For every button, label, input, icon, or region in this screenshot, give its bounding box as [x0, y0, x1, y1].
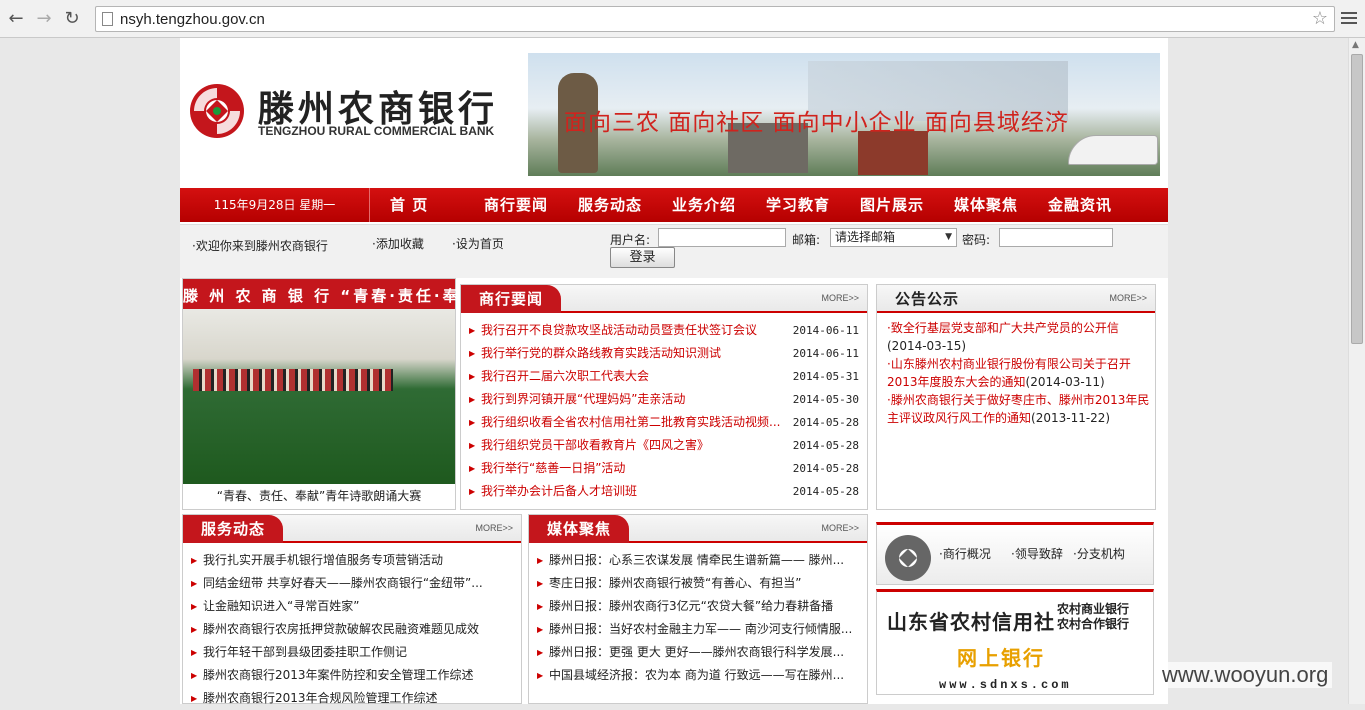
scroll-up-icon[interactable]: ▲: [1352, 40, 1359, 50]
media-more-link[interactable]: MORE>>: [821, 523, 859, 533]
list-item[interactable]: ▶ 我行举办会计后备人才培训班 2014-05-28: [469, 480, 859, 503]
link-branches[interactable]: ·分支机构: [1073, 545, 1125, 562]
nav-item-business[interactable]: 业务介绍: [672, 188, 766, 222]
link-leader-speech[interactable]: ·领导致辞: [1011, 545, 1063, 562]
quick-links: ·商行概况 ·领导致辞 ·分支机构: [876, 522, 1154, 585]
notice-more-link[interactable]: MORE>>: [1109, 293, 1147, 303]
list-item[interactable]: ▶ 我行扎实开展手机银行增值服务专项营销活动: [191, 549, 513, 572]
list-item[interactable]: ▶ 我行举行“慈善一日捐”活动 2014-05-28: [469, 457, 859, 480]
banner-slogan: 面向三农 面向社区 面向中小企业 面向县域经济: [564, 110, 1069, 136]
banner-train: [1068, 135, 1158, 165]
notice-item[interactable]: ·致全行基层党支部和广大共产党员的公开信 (2014-03-15): [887, 319, 1153, 355]
ad-line2: 农村商业银行 农村合作银行: [1057, 602, 1130, 631]
nav-item-news[interactable]: 商行要闻: [484, 188, 578, 222]
nav-item-finance[interactable]: 金融资讯: [1048, 188, 1142, 222]
main-nav: 115年9月28日 星期一 首 页 商行要闻 服务动态 业务介绍 学习教育 图片…: [180, 188, 1168, 222]
media-title: 媒体聚焦: [529, 515, 630, 543]
list-item[interactable]: ▶ 让金融知识进入“寻常百姓家”: [191, 595, 513, 618]
bank-name-en: TENGZHOU RURAL COMMERCIAL BANK: [258, 124, 495, 138]
username-label: 用户名:: [610, 233, 651, 247]
online-bank-ad[interactable]: 山东省农村信用社 农村商业银行 农村合作银行 网上银行 www.sdnxs.com: [876, 589, 1154, 695]
notice-title: 公告公示: [895, 290, 960, 308]
reload-icon[interactable]: ↻: [62, 8, 82, 30]
add-favorite-link[interactable]: ·添加收藏: [372, 235, 424, 252]
list-item[interactable]: ▶ 滕州日报：更强 更大 更好——滕州农商银行科学发展...: [537, 641, 859, 664]
list-item[interactable]: ▶ 我行到界河镇开展“代理妈妈”走亲活动 2014-05-30: [469, 388, 859, 411]
nav-item-media[interactable]: 媒体聚焦: [954, 188, 1048, 222]
nav-item-home[interactable]: 首 页: [390, 188, 484, 222]
ad-line3: 网上银行: [957, 646, 1045, 670]
list-item[interactable]: ▶ 滕州农商银行2013年合规风险管理工作综述: [191, 687, 513, 710]
page: 滕州农商银行 TENGZHOU RURAL COMMERCIAL BANK 面向…: [180, 38, 1168, 705]
list-item[interactable]: ▶ 滕州日报：滕州农商行3亿元“农贷大餐”给力春耕备播: [537, 595, 859, 618]
page-icon: [102, 12, 113, 26]
service-more-link[interactable]: MORE>>: [475, 523, 513, 533]
notice-panel: 公告公示 MORE>> ·致全行基层党支部和广大共产党员的公开信 (2014-03…: [876, 284, 1156, 510]
list-item[interactable]: ▶ 中国县域经济报：农为本 商为道 行致远——写在滕州...: [537, 664, 859, 687]
list-item[interactable]: ▶ 滕州农商银行2013年案件防控和安全管理工作综述: [191, 664, 513, 687]
nav-date: 115年9月28日 星期一: [180, 188, 370, 222]
forward-icon[interactable]: →: [34, 8, 54, 30]
notice-item[interactable]: ·山东滕州农村商业银行股份有限公司关于召开2013年度股东大会的通知(2014-…: [887, 355, 1153, 391]
list-item[interactable]: ▶ 我行组织收看全省农村信用社第二批教育实践活动视频... 2014-05-28: [469, 411, 859, 434]
service-title: 服务动态: [183, 515, 284, 543]
list-item[interactable]: ▶ 我行召开不良贷款攻坚战活动动员暨责任状签订会议 2014-06-11: [469, 319, 859, 342]
password-label: 密码:: [962, 233, 991, 247]
list-item[interactable]: ▶ 我行召开二届六次职工代表大会 2014-05-31: [469, 365, 859, 388]
browser-toolbar: ← → ↻ nsyh.tengzhou.gov.cn ☆: [0, 0, 1365, 38]
mail-select[interactable]: 请选择邮箱 ▼: [830, 228, 957, 247]
back-icon[interactable]: ←: [6, 8, 26, 30]
news-panel: 商行要闻 MORE>> ▶ 我行召开不良贷款攻坚战活动动员暨责任状签订会议 2014-…: [460, 284, 868, 510]
site-header: 滕州农商银行 TENGZHOU RURAL COMMERCIAL BANK 面向…: [180, 38, 1168, 188]
login-button[interactable]: 登录: [610, 247, 675, 268]
nav-item-study[interactable]: 学习教育: [766, 188, 860, 222]
bank-logo-icon: [190, 84, 244, 138]
service-panel: 服务动态 MORE>> ▶ 我行扎实开展手机银行增值服务专项营销活动 ▶ 同结金纽带 …: [182, 514, 522, 705]
address-bar[interactable]: nsyh.tengzhou.gov.cn ☆: [95, 6, 1335, 32]
news-more-link[interactable]: MORE>>: [821, 293, 859, 303]
username-input[interactable]: [658, 228, 786, 247]
password-input[interactable]: [999, 228, 1113, 247]
list-item[interactable]: ▶ 我行举行党的群众路线教育实践活动知识测试 2014-06-11: [469, 342, 859, 365]
url-text: nsyh.tengzhou.gov.cn: [120, 11, 265, 28]
notice-item[interactable]: ·滕州农商银行关于做好枣庄市、滕州市2013年民主评议政风行风工作的通知(201…: [887, 391, 1153, 427]
dropdown-arrow-icon: ▼: [945, 232, 952, 242]
featured-photo[interactable]: 滕 州 农 商 银 行 “青春·责任·奉献” 青年诗歌朗诵大赛 “青春、责任、奉…: [182, 278, 641, 510]
photo-image[interactable]: 滕 州 农 商 银 行 “青春·责任·奉献” 青年诗歌朗诵大赛: [183, 279, 641, 484]
scrollbar-thumb[interactable]: [1351, 54, 1363, 344]
bookmark-star-icon[interactable]: ☆: [1312, 8, 1328, 29]
news-title: 商行要闻: [461, 285, 562, 313]
photo-people: [193, 369, 393, 391]
list-item[interactable]: ▶ 枣庄日报：滕州农商银行被赞“有善心、有担当”: [537, 572, 859, 595]
header-banner: 面向三农 面向社区 面向中小企业 面向县域经济: [528, 53, 1160, 176]
list-item[interactable]: ▶ 滕州日报：当好农村金融主力军—— 南沙河支行倾情服...: [537, 618, 859, 641]
watermark: www.wooyun.org: [1158, 662, 1333, 688]
login-bar: ·欢迎你来到滕州农商银行 ·添加收藏 ·设为首页 用户名: 邮箱: 请选择邮箱 ▼…: [180, 224, 1168, 278]
scrollbar[interactable]: ▲: [1348, 38, 1365, 704]
nav-item-service[interactable]: 服务动态: [578, 188, 672, 222]
ad-url: www.sdnxs.com: [939, 678, 1072, 692]
list-item[interactable]: ▶ 我行年轻干部到县级团委挂职工作侧记: [191, 641, 513, 664]
set-homepage-link[interactable]: ·设为首页: [452, 235, 504, 252]
banner-gate: [858, 131, 928, 175]
photo-caption[interactable]: “青春、责任、奉献”青年诗歌朗诵大赛: [183, 487, 455, 504]
nav-item-photos[interactable]: 图片展示: [860, 188, 954, 222]
list-item[interactable]: ▶ 滕州日报：心系三农谋发展 情牵民生谱新篇—— 滕州...: [537, 549, 859, 572]
list-item[interactable]: ▶ 我行组织党员干部收看教育片《四风之害》 2014-05-28: [469, 434, 859, 457]
link-overview[interactable]: ·商行概况: [939, 545, 991, 562]
bank-logo-icon: [885, 535, 931, 581]
list-item[interactable]: ▶ 滕州农商银行农房抵押贷款破解农民融资难题见成效: [191, 618, 513, 641]
menu-icon[interactable]: [1341, 10, 1357, 26]
media-panel: 媒体聚焦 MORE>> ▶ 滕州日报：心系三农谋发展 情牵民生谱新篇—— 滕州...…: [528, 514, 868, 704]
ad-line1: 山东省农村信用社: [887, 610, 1055, 634]
welcome-text: ·欢迎你来到滕州农商银行: [192, 239, 328, 253]
mail-label: 邮箱:: [792, 233, 821, 247]
list-item[interactable]: ▶ 同结金纽带 共享好春天——滕州农商银行“金纽带”...: [191, 572, 513, 595]
